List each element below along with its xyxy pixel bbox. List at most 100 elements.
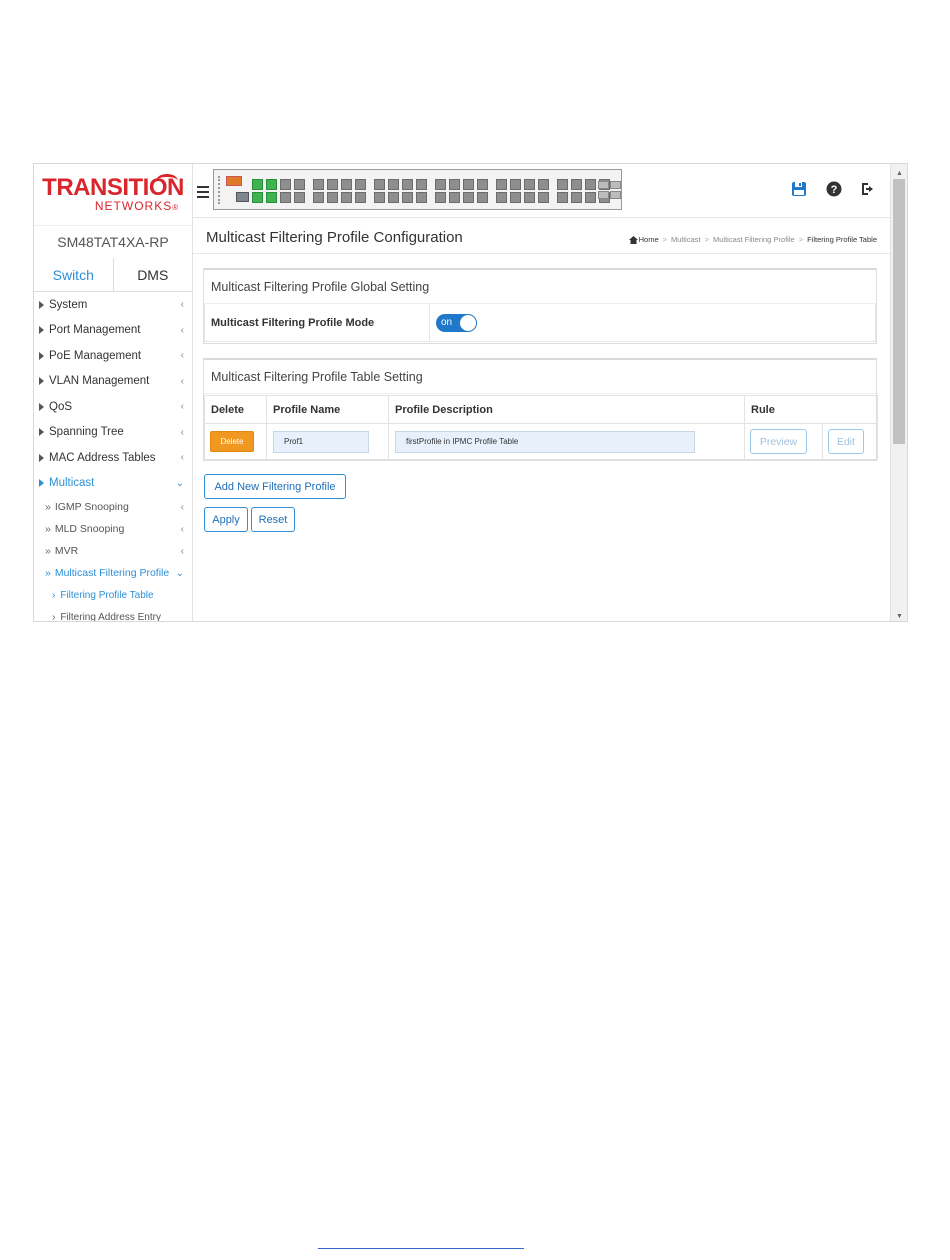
sfp-port[interactable]	[598, 181, 609, 189]
port-10[interactable]	[313, 192, 324, 203]
port-42[interactable]	[557, 192, 568, 203]
footer-link-underline[interactable]	[318, 1248, 524, 1249]
delete-button[interactable]: Delete	[210, 431, 254, 452]
port-14[interactable]	[341, 192, 352, 203]
scroll-thumb[interactable]	[893, 179, 905, 444]
port-19[interactable]	[388, 179, 399, 190]
tab-dms[interactable]: DMS	[114, 258, 193, 291]
port-3[interactable]	[266, 179, 277, 190]
port-15[interactable]	[355, 179, 366, 190]
sfp-port[interactable]	[598, 191, 609, 199]
help-icon[interactable]: ?	[825, 180, 843, 198]
port-40[interactable]	[538, 192, 549, 203]
vertical-scrollbar[interactable]: ▲ ▼	[890, 164, 907, 621]
caret-right-icon	[39, 300, 44, 309]
profile-description-input[interactable]: firstProfile in IPMC Profile Table	[395, 430, 695, 453]
sfp-port[interactable]	[610, 191, 621, 199]
logout-icon[interactable]	[859, 180, 877, 198]
port-36[interactable]	[510, 192, 521, 203]
edit-button[interactable]: Edit	[828, 429, 864, 454]
toggle-knob	[460, 314, 476, 331]
save-icon[interactable]	[790, 180, 808, 198]
sidebar-item-vlan-management[interactable]: VLAN Management ‹	[34, 369, 192, 395]
port-16[interactable]	[355, 192, 366, 203]
port-21[interactable]	[402, 179, 413, 190]
port-20[interactable]	[388, 192, 399, 203]
port-22[interactable]	[402, 192, 413, 203]
tab-switch[interactable]: Switch	[34, 258, 114, 291]
device-model: SM48TAT4XA-RP	[57, 234, 169, 250]
port-33[interactable]	[496, 179, 507, 190]
sidebar-item-mvr[interactable]: » MVR ‹	[34, 540, 192, 562]
port-7[interactable]	[294, 179, 305, 190]
sidebar-item-poe-management[interactable]: PoE Management ‹	[34, 343, 192, 369]
sidebar-item-spanning-tree[interactable]: Spanning Tree ‹	[34, 420, 192, 446]
sidebar-item-mld-snooping[interactable]: » MLD Snooping ‹	[34, 518, 192, 540]
sidebar-item-qos[interactable]: QoS ‹	[34, 394, 192, 420]
port-17[interactable]	[374, 179, 385, 190]
port-18[interactable]	[374, 192, 385, 203]
port-34[interactable]	[496, 192, 507, 203]
chevron-left-icon: ‹	[180, 375, 184, 387]
port-1[interactable]	[252, 179, 263, 190]
breadcrumb-multicast[interactable]: Multicast	[671, 235, 701, 244]
port-32[interactable]	[477, 192, 488, 203]
port-8[interactable]	[294, 192, 305, 203]
scroll-up-arrow-icon[interactable]: ▲	[891, 166, 907, 180]
breadcrumb-separator: >	[798, 235, 804, 244]
profile-name-input[interactable]: Prof1	[273, 430, 369, 453]
port-4[interactable]	[266, 192, 277, 203]
port-29[interactable]	[463, 179, 474, 190]
sidebar-item-filtering-address-entry[interactable]: › Filtering Address Entry	[34, 606, 192, 622]
port-35[interactable]	[510, 179, 521, 190]
port-2[interactable]	[252, 192, 263, 203]
mode-toggle[interactable]: on	[436, 313, 477, 332]
port-41[interactable]	[557, 179, 568, 190]
chevron-left-icon: ‹	[180, 501, 184, 513]
breadcrumb-home[interactable]: Home	[639, 235, 659, 244]
port-13[interactable]	[341, 179, 352, 190]
sidebar-item-system[interactable]: System ‹	[34, 292, 192, 318]
sfp-port[interactable]	[610, 181, 621, 189]
port-28[interactable]	[449, 192, 460, 203]
port-30[interactable]	[463, 192, 474, 203]
port-24[interactable]	[416, 192, 427, 203]
port-37[interactable]	[524, 179, 535, 190]
caret-right-icon	[39, 402, 44, 411]
caret-right-icon	[39, 479, 44, 488]
port-31[interactable]	[477, 179, 488, 190]
port-46[interactable]	[585, 192, 596, 203]
scroll-down-arrow-icon[interactable]: ▼	[891, 609, 907, 621]
reset-button[interactable]: Reset	[251, 507, 295, 532]
hamburger-menu-icon[interactable]	[197, 186, 209, 198]
port-38[interactable]	[524, 192, 535, 203]
port-9[interactable]	[313, 179, 324, 190]
port-23[interactable]	[416, 179, 427, 190]
apply-button[interactable]: Apply	[204, 507, 248, 532]
port-6[interactable]	[280, 192, 291, 203]
sidebar-tabs: Switch DMS	[34, 258, 192, 292]
sidebar-item-mac-address-tables[interactable]: MAC Address Tables ‹	[34, 445, 192, 471]
port-39[interactable]	[538, 179, 549, 190]
sidebar-item-multicast-filtering-profile[interactable]: » Multicast Filtering Profile ⌄	[34, 562, 192, 584]
sidebar-item-igmp-snooping[interactable]: » IGMP Snooping ‹	[34, 496, 192, 518]
port-27[interactable]	[449, 179, 460, 190]
port-43[interactable]	[571, 179, 582, 190]
add-new-filtering-profile-button[interactable]: Add New Filtering Profile	[204, 474, 346, 499]
port-11[interactable]	[327, 179, 338, 190]
port-45[interactable]	[585, 179, 596, 190]
port-12[interactable]	[327, 192, 338, 203]
port-5[interactable]	[280, 179, 291, 190]
sidebar-item-filtering-profile-table[interactable]: › Filtering Profile Table	[34, 584, 192, 606]
caret-right-icon	[39, 377, 44, 386]
port-44[interactable]	[571, 192, 582, 203]
double-chevron-icon: »	[45, 567, 51, 579]
table-row: Delete Prof1 firstProfile in IPMC Profil…	[204, 423, 878, 460]
breadcrumb-profile[interactable]: Multicast Filtering Profile	[713, 235, 795, 244]
port-25[interactable]	[435, 179, 446, 190]
port-26[interactable]	[435, 192, 446, 203]
sidebar-item-multicast[interactable]: Multicast ⌄	[34, 471, 192, 497]
sidebar-item-port-management[interactable]: Port Management ‹	[34, 318, 192, 344]
preview-button[interactable]: Preview	[750, 429, 807, 454]
table-setting-title: Multicast Filtering Profile Table Settin…	[204, 360, 876, 394]
